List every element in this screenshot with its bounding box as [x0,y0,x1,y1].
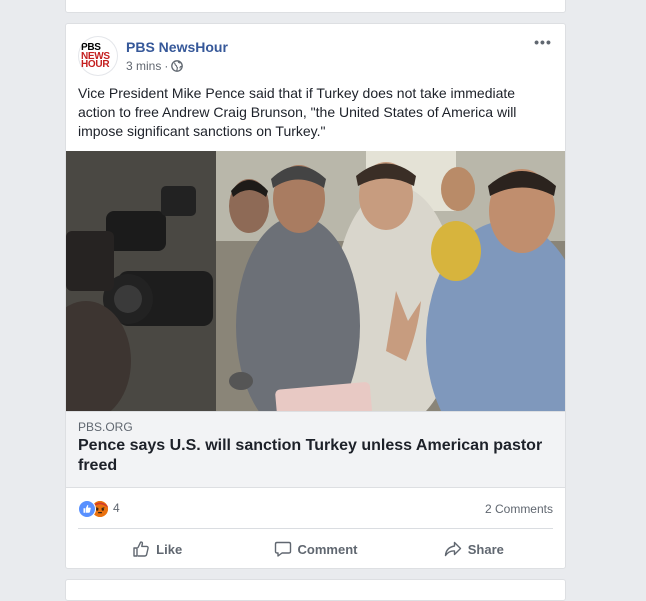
next-post-card [65,579,566,601]
avatar-line-3: HOUR [81,59,110,70]
post-meta: 3 mins · [126,59,184,73]
more-options-button[interactable]: ••• [533,35,553,52]
link-domain: PBS.ORG [78,420,133,434]
previous-post-card [65,0,566,13]
share-arrow-icon [444,540,462,558]
post-card: PBS NEWS HOUR PBS NewsHour 3 mins · ••• … [65,23,566,569]
share-button[interactable]: Share [395,531,553,567]
thumbs-up-icon [132,540,150,558]
comment-label: Comment [297,541,358,557]
page-name-link[interactable]: PBS NewsHour [126,39,228,55]
like-reaction-icon[interactable] [78,500,96,518]
like-label: Like [156,541,183,557]
timestamp-link[interactable]: 3 mins [126,59,161,73]
share-label: Share [467,541,504,557]
post-actions: Like Comment Share [78,531,553,567]
meta-separator: · [164,59,169,73]
post-header: PBS NEWS HOUR PBS NewsHour 3 mins · ••• [78,35,553,76]
comments-count-link[interactable]: 2 Comments [485,502,553,516]
reaction-count[interactable]: 4 [113,501,120,515]
reactions-summary: 4 2 Comments [78,499,553,519]
page-avatar[interactable]: PBS NEWS HOUR [78,36,118,76]
comment-button[interactable]: Comment [236,531,394,567]
actions-divider [78,528,553,529]
news-photo [66,151,565,411]
post-text: Vice President Mike Pence said that if T… [78,85,517,139]
link-headline[interactable]: Pence says U.S. will sanction Turkey unl… [78,436,548,476]
comment-bubble-icon [274,540,292,558]
link-preview-meta[interactable]: PBS.ORG Pence says U.S. will sanction Tu… [66,411,565,488]
link-preview-image[interactable] [66,151,565,411]
globe-icon[interactable] [171,60,184,72]
like-button[interactable]: Like [78,531,236,567]
